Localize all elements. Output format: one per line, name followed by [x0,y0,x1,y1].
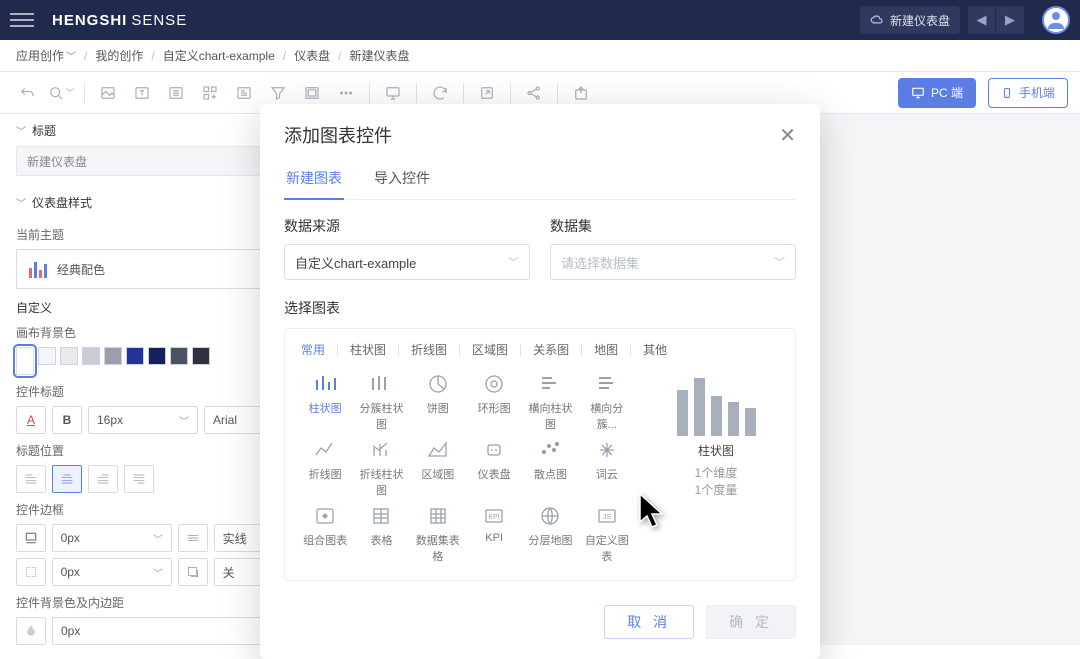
chart-cat-2[interactable]: 折线图 [409,341,449,358]
svg-text:KPI: KPI [489,514,500,521]
datasource-select[interactable]: 自定义chart-example﹀ [284,244,530,280]
dataset-select[interactable]: 请选择数据集﹀ [550,244,796,280]
svg-text:JS: JS [603,514,612,521]
tab-new-chart[interactable]: 新建图表 [284,160,344,200]
chart-cat-6[interactable]: 其他 [641,341,669,358]
chart-type-gauge[interactable]: 仪表盘 [468,438,520,498]
chart-cat-3[interactable]: 区域图 [470,341,510,358]
chart-cat-5[interactable]: 地图 [592,341,620,358]
preview-bar-icon [671,372,761,436]
preview-measure: 1个度量 [695,482,738,499]
chart-type-hstack[interactable]: 横向分簇... [581,372,633,432]
datasource-label: 数据来源 [284,216,530,236]
chart-type-kpi[interactable]: KPIKPI [468,504,520,564]
chart-type-custom[interactable]: JS自定义图表 [581,504,633,564]
chart-type-grid: 柱状图分簇柱状图饼图环形图横向柱状图横向分簇... 折线图折线柱状图区域图仪表盘散… [299,372,633,564]
modal-title: 添加图表控件 [284,122,392,148]
chart-type-table[interactable]: 表格 [355,504,407,564]
dataset-label: 数据集 [550,216,796,236]
chart-type-line[interactable]: 折线图 [299,438,351,498]
chart-cat-0[interactable]: 常用 [299,341,327,358]
chart-cat-1[interactable]: 柱状图 [348,341,388,358]
add-chart-modal: 添加图表控件 ✕ 新建图表 导入控件 数据来源 自定义chart-example… [260,104,820,659]
pick-chart-label: 选择图表 [284,298,796,318]
ok-button[interactable]: 确 定 [706,605,796,639]
chart-type-bar[interactable]: 柱状图 [299,372,351,432]
chart-type-dstable[interactable]: 数据集表格 [412,504,464,564]
modal-tabs: 新建图表 导入控件 [284,160,796,200]
modal-overlay: 添加图表控件 ✕ 新建图表 导入控件 数据来源 自定义chart-example… [0,0,1080,645]
modal-close-icon[interactable]: ✕ [779,123,796,148]
chart-type-layermap[interactable]: 分层地图 [524,504,576,564]
chart-type-wordcloud[interactable]: 词云 [581,438,633,498]
cancel-button[interactable]: 取 消 [604,605,694,639]
chart-preview: 柱状图 1个维度1个度量 [651,372,781,564]
chart-type-combo[interactable]: 组合图表 [299,504,351,564]
chart-type-donut[interactable]: 环形图 [468,372,520,432]
preview-name: 柱状图 [698,442,734,459]
chart-category-tabs: 常用 柱状图 折线图 区域图 关系图 地图 其他 [299,341,781,358]
chart-type-hbar[interactable]: 横向柱状图 [524,372,576,432]
chart-cat-4[interactable]: 关系图 [531,341,571,358]
chart-type-scatter[interactable]: 散点图 [524,438,576,498]
chart-type-stackbar[interactable]: 分簇柱状图 [355,372,407,432]
tab-import[interactable]: 导入控件 [372,160,432,199]
chart-type-pie[interactable]: 饼图 [412,372,464,432]
preview-dim: 1个维度 [695,465,738,482]
chart-type-linebar[interactable]: 折线柱状图 [355,438,407,498]
chart-type-area[interactable]: 区域图 [412,438,464,498]
